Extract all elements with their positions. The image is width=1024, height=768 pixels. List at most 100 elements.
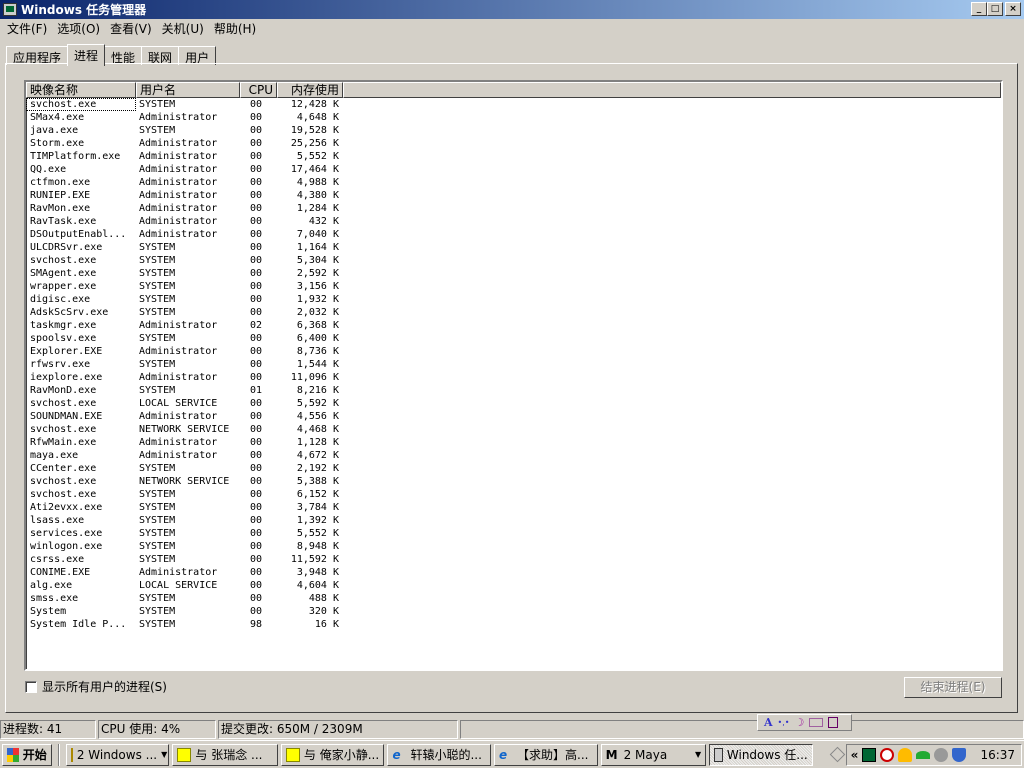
table-row[interactable]: ctfmon.exe Administrator 00 4,988 K	[26, 176, 1001, 189]
close-button[interactable]: ×	[1005, 2, 1021, 16]
list-body: svchost.exe SYSTEM 00 12,428 K SMax4.exe Admi…	[26, 98, 1001, 631]
taskbar-item-chat-2[interactable]: 与 俺家小静...	[280, 743, 385, 766]
note-icon	[177, 747, 192, 762]
taskbar-item-maya[interactable]: M 2 Maya ▼	[600, 743, 707, 766]
start-label: 开始	[22, 748, 47, 762]
minimize-button[interactable]: _	[971, 2, 987, 16]
menu-file[interactable]: 文件(F)	[2, 20, 52, 37]
umbrella-icon[interactable]	[916, 750, 931, 759]
memory-usage: 4,468 K	[296, 424, 339, 435]
cpu-usage: 02	[250, 320, 263, 331]
memory-usage: 3,156 K	[296, 281, 339, 292]
table-row[interactable]: CONIME.EXE Administrator 00 3,948 K	[26, 566, 1001, 579]
table-row[interactable]: Storm.exe Administrator 00 25,256 K	[26, 137, 1001, 150]
chevron-down-icon: ▼	[161, 750, 168, 759]
taskbar-item-ie-1[interactable]: e 轩辕小聪的...	[387, 743, 492, 766]
table-row[interactable]: svchost.exe SYSTEM 00 12,428 K	[26, 98, 1001, 111]
tab-processes[interactable]: 进程	[67, 44, 106, 66]
table-row[interactable]: svchost.exe NETWORK SERVICE 00 5,388 K	[26, 475, 1001, 488]
ime-font-icon[interactable]: A	[764, 716, 773, 729]
soft-keyboard-icon[interactable]	[809, 718, 824, 727]
table-row[interactable]: winlogon.exe SYSTEM 00 8,948 K	[26, 540, 1001, 553]
tray-expand-button[interactable]: «	[851, 748, 859, 762]
table-row[interactable]: RavTask.exe Administrator 00 432 K	[26, 215, 1001, 228]
process-list[interactable]: 映像名称 用户名 CPU 内存使用 svchost.exe SYSTEM 00 12,…	[24, 80, 1003, 671]
cpu-usage: 00	[250, 151, 263, 162]
memory-usage: 7,040 K	[296, 229, 339, 240]
clock[interactable]: 16:37	[980, 748, 1015, 762]
table-row[interactable]: svchost.exe LOCAL SERVICE 00 5,592 K	[26, 397, 1001, 410]
cpu-usage: 00	[250, 112, 263, 123]
column-memory[interactable]: 内存使用	[277, 82, 343, 98]
menu-options[interactable]: 选项(O)	[52, 20, 105, 37]
table-row[interactable]: iexplore.exe Administrator 00 11,096 K	[26, 371, 1001, 384]
table-row[interactable]: System SYSTEM 00 320 K	[26, 605, 1001, 618]
table-row[interactable]: System Idle P... SYSTEM 98 16 K	[26, 618, 1001, 631]
table-row[interactable]: RUNIEP.EXE Administrator 00 4,380 K	[26, 189, 1001, 202]
cpu-usage: 00	[250, 216, 263, 227]
qq-icon[interactable]	[898, 747, 913, 762]
volume-icon[interactable]	[934, 747, 949, 762]
quicklaunch-icon[interactable]	[829, 746, 845, 763]
table-row[interactable]: maya.exe Administrator 00 4,672 K	[26, 449, 1001, 462]
table-row[interactable]: RavMonD.exe SYSTEM 01 8,216 K	[26, 384, 1001, 397]
table-row[interactable]: wrapper.exe SYSTEM 00 3,156 K	[26, 280, 1001, 293]
table-row[interactable]: Ati2evxx.exe SYSTEM 00 3,784 K	[26, 501, 1001, 514]
ie-icon: e	[499, 747, 508, 762]
table-row[interactable]: rfwsrv.exe SYSTEM 00 1,544 K	[26, 358, 1001, 371]
checkbox-box[interactable]	[25, 680, 37, 693]
menu-view[interactable]: 查看(V)	[105, 20, 157, 37]
user-name: Administrator	[139, 320, 218, 331]
network-monitor-icon[interactable]	[862, 747, 877, 762]
cpu-usage: 00	[250, 567, 263, 578]
table-row[interactable]: svchost.exe NETWORK SERVICE 00 4,468 K	[26, 423, 1001, 436]
table-row[interactable]: RfwMain.exe Administrator 00 1,128 K	[26, 436, 1001, 449]
table-row[interactable]: CCenter.exe SYSTEM 00 2,192 K	[26, 462, 1001, 475]
table-row[interactable]: ULCDRSvr.exe SYSTEM 00 1,164 K	[26, 241, 1001, 254]
table-row[interactable]: TIMPlatform.exe Administrator 00 5,552 K	[26, 150, 1001, 163]
table-row[interactable]: RavMon.exe Administrator 00 1,284 K	[26, 202, 1001, 215]
table-row[interactable]: SMAgent.exe SYSTEM 00 2,592 K	[26, 267, 1001, 280]
table-row[interactable]: smss.exe SYSTEM 00 488 K	[26, 592, 1001, 605]
memory-usage: 1,284 K	[296, 203, 339, 214]
process-name: SMax4.exe	[30, 112, 85, 123]
table-row[interactable]: lsass.exe SYSTEM 00 1,392 K	[26, 514, 1001, 527]
table-row[interactable]: QQ.exe Administrator 00 17,464 K	[26, 163, 1001, 176]
table-row[interactable]: AdskScSrv.exe SYSTEM 00 2,032 K	[26, 306, 1001, 319]
table-row[interactable]: csrss.exe SYSTEM 00 11,592 K	[26, 553, 1001, 566]
table-row[interactable]: spoolsv.exe SYSTEM 00 6,400 K	[26, 332, 1001, 345]
table-row[interactable]: Explorer.EXE Administrator 00 8,736 K	[26, 345, 1001, 358]
table-row[interactable]: taskmgr.exe Administrator 02 6,368 K	[26, 319, 1001, 332]
column-user-name[interactable]: 用户名	[136, 82, 240, 98]
taskbar-item-chat-1[interactable]: 与 张瑞念 ...	[172, 743, 278, 766]
blocked-icon[interactable]	[880, 747, 895, 762]
column-image-name[interactable]: 映像名称	[26, 82, 136, 98]
table-row[interactable]: svchost.exe SYSTEM 00 6,152 K	[26, 488, 1001, 501]
user-name: SYSTEM	[139, 593, 176, 604]
taskbar-item-task-manager[interactable]: Windows 任...	[709, 743, 813, 766]
table-row[interactable]: services.exe SYSTEM 00 5,552 K	[26, 527, 1001, 540]
start-button[interactable]: 开始	[2, 743, 52, 766]
menu-shutdown[interactable]: 关机(U)	[157, 20, 209, 37]
firewall-icon[interactable]	[952, 747, 967, 762]
table-row[interactable]: digisc.exe SYSTEM 00 1,932 K	[26, 293, 1001, 306]
ime-menu-icon[interactable]	[828, 717, 839, 728]
table-row[interactable]: svchost.exe SYSTEM 00 5,304 K	[26, 254, 1001, 267]
menu-help[interactable]: 帮助(H)	[209, 20, 261, 37]
table-row[interactable]: alg.exe LOCAL SERVICE 00 4,604 K	[26, 579, 1001, 592]
ime-punctuation-icon[interactable]: •,•	[778, 718, 790, 727]
table-row[interactable]: DSOutputEnabl... Administrator 00 7,040 K	[26, 228, 1001, 241]
column-cpu[interactable]: CPU	[240, 82, 277, 98]
status-commit-charge: 提交更改: 650M / 2309M	[218, 720, 458, 739]
ime-moon-icon[interactable]: ☽	[795, 716, 805, 729]
maximize-button[interactable]: □	[987, 2, 1003, 16]
table-row[interactable]: SOUNDMAN.EXE Administrator 00 4,556 K	[26, 410, 1001, 423]
show-all-users-checkbox[interactable]: 显示所有用户的进程(S)	[25, 678, 167, 695]
table-row[interactable]: SMax4.exe Administrator 00 4,648 K	[26, 111, 1001, 124]
taskbar-item-windows-group[interactable]: 2 Windows ... ▼	[65, 743, 170, 766]
process-name: CONIME.EXE	[30, 567, 91, 578]
end-process-button[interactable]: 结束进程(E)	[904, 677, 1002, 698]
memory-usage: 5,304 K	[296, 255, 339, 266]
table-row[interactable]: java.exe SYSTEM 00 19,528 K	[26, 124, 1001, 137]
taskbar-item-ie-2[interactable]: e 【求助】高...	[494, 743, 598, 766]
